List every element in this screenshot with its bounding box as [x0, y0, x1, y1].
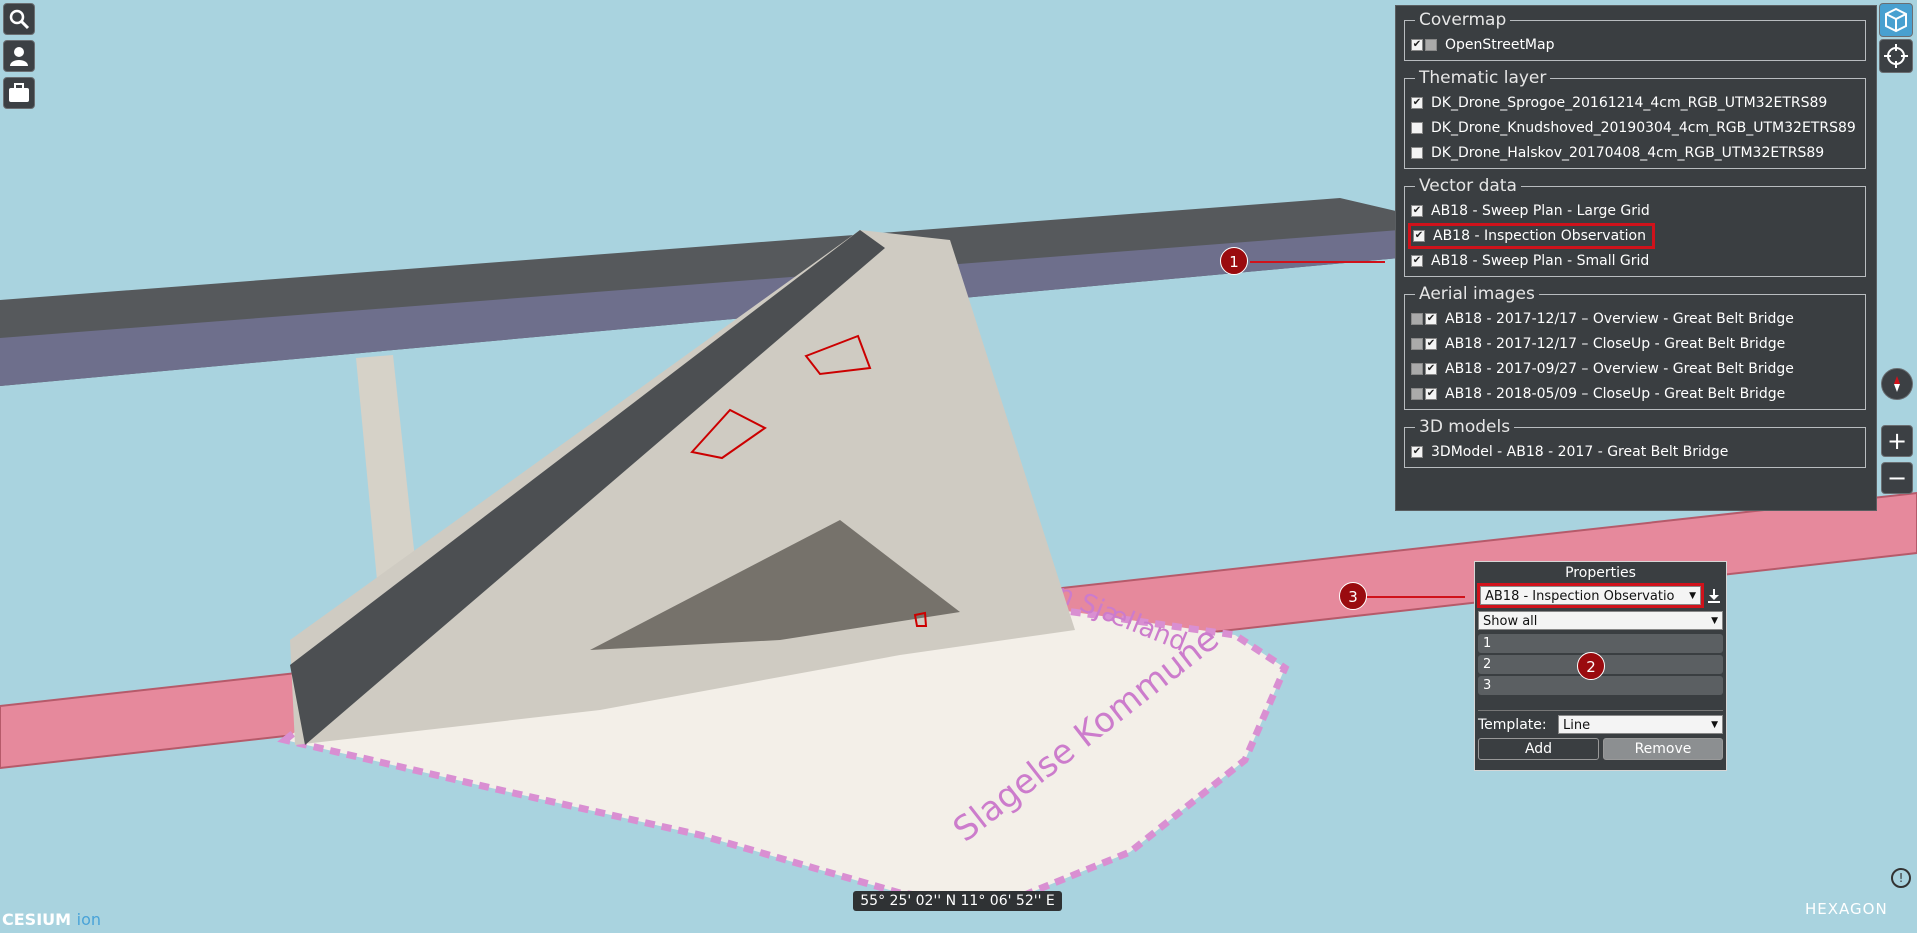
ion-wordmark: ion: [76, 910, 102, 929]
checkbox-secondary[interactable]: [1425, 38, 1437, 51]
chevron-down-icon: ▼: [1689, 591, 1697, 601]
checkbox[interactable]: ✔: [1425, 337, 1437, 350]
layer-label: AB18 - 2017-12/17 – CloseUp - Great Belt…: [1445, 335, 1786, 352]
hexagon-logo: HEXAGON: [1805, 900, 1888, 918]
layer-item[interactable]: ✔ AB18 - Sweep Plan - Large Grid: [1411, 198, 1859, 223]
layer-select[interactable]: AB18 - Inspection Observatio ▼: [1476, 583, 1705, 608]
layer-item[interactable]: ✔ AB18 - 2017-12/17 – CloseUp - Great Bel…: [1411, 331, 1859, 356]
section-3d-models: 3D models ✔ 3DModel - AB18 - 2017 - Great…: [1404, 417, 1866, 468]
section-title: 3D models: [1419, 417, 1511, 437]
layer-label: OpenStreetMap: [1445, 36, 1555, 53]
section-aerial: Aerial images ✔ AB18 - 2017-12/17 – Overv…: [1404, 284, 1866, 410]
section-title: Aerial images: [1419, 284, 1535, 304]
layer-item[interactable]: ✔ AB18 - 2018-05/09 – CloseUp - Great Bel…: [1411, 381, 1859, 406]
layer-label: AB18 - Inspection Observation: [1433, 227, 1646, 244]
section-covermap: Covermap ✔ OpenStreetMap: [1404, 10, 1866, 61]
cesium-logo[interactable]: CESIUM ion: [2, 910, 101, 929]
section-title: Vector data: [1419, 176, 1517, 196]
marker-1: 1: [1220, 247, 1248, 275]
list-item[interactable]: 3: [1478, 676, 1723, 695]
list-item[interactable]: 1: [1478, 634, 1723, 653]
search-button[interactable]: [3, 3, 35, 35]
checkbox[interactable]: ✔: [1411, 204, 1423, 217]
checkbox[interactable]: ✔: [1425, 362, 1437, 375]
marker-3: 3: [1339, 582, 1367, 610]
checkbox[interactable]: ✔: [1411, 445, 1423, 458]
search-icon: [9, 9, 30, 30]
compass-icon: [1894, 376, 1900, 392]
highlight-box: ✔ AB18 - Inspection Observation: [1408, 222, 1655, 249]
checkbox[interactable]: ✔: [1411, 38, 1423, 51]
layer-label: AB18 - 2017-09/27 – Overview - Great Bel…: [1445, 360, 1794, 377]
checkbox-secondary[interactable]: [1411, 387, 1423, 400]
layer-item[interactable]: ✔ AB18 - 2017-09/27 – Overview - Great Be…: [1411, 356, 1859, 381]
checkbox[interactable]: [1411, 121, 1423, 134]
chevron-down-icon: ▼: [1711, 720, 1718, 730]
layer-panel: Covermap ✔ OpenStreetMap Thematic layer ✔…: [1395, 5, 1877, 511]
checkbox-secondary[interactable]: [1411, 337, 1423, 350]
layer-item[interactable]: ✔ AB18 - Sweep Plan - Small Grid: [1411, 248, 1859, 273]
checkbox[interactable]: [1411, 146, 1423, 159]
cesium-wordmark: CESIUM: [2, 910, 72, 929]
section-thematic: Thematic layer ✔ DK_Drone_Sprogoe_2016121…: [1404, 68, 1866, 169]
checkbox[interactable]: ✔: [1425, 312, 1437, 325]
checkbox[interactable]: ✔: [1411, 254, 1423, 267]
layer-label: AB18 - 2017-12/17 – Overview - Great Bel…: [1445, 310, 1794, 327]
compass-button[interactable]: [1881, 368, 1913, 400]
coordinate-readout: 55° 25' 02'' N 11° 06' 52'' E: [853, 891, 1062, 911]
section-title: Covermap: [1419, 10, 1507, 30]
toolbox-button[interactable]: [3, 77, 35, 109]
template-select-value: Line: [1563, 718, 1591, 733]
plus-icon: +: [1886, 427, 1908, 455]
layers-button[interactable]: [1879, 3, 1913, 37]
info-button[interactable]: !: [1891, 868, 1911, 888]
layer-label: AB18 - Sweep Plan - Small Grid: [1431, 252, 1650, 269]
layer-label: 3DModel - AB18 - 2017 - Great Belt Bridg…: [1431, 443, 1729, 460]
zoom-in-button[interactable]: +: [1881, 425, 1913, 457]
briefcase-icon: [9, 83, 29, 102]
checkbox[interactable]: ✔: [1411, 96, 1423, 109]
checkbox-secondary[interactable]: [1411, 312, 1423, 325]
download-icon[interactable]: [1705, 587, 1723, 605]
layer-item[interactable]: ✔ OpenStreetMap: [1411, 32, 1859, 57]
crosshair-icon: [1884, 44, 1908, 68]
cube-icon: [1885, 7, 1907, 33]
info-icon: !: [1898, 871, 1904, 885]
layer-label: DK_Drone_Halskov_20170408_4cm_RGB_UTM32E…: [1431, 144, 1825, 161]
layer-label: DK_Drone_Knudshoved_20190304_4cm_RGB_UTM…: [1431, 119, 1856, 136]
filter-select[interactable]: Show all ▼: [1478, 611, 1723, 630]
section-title: Thematic layer: [1419, 68, 1547, 88]
layer-label: AB18 - Sweep Plan - Large Grid: [1431, 202, 1650, 219]
layer-label: DK_Drone_Sprogoe_20161214_4cm_RGB_UTM32E…: [1431, 94, 1828, 111]
remove-button[interactable]: Remove: [1603, 738, 1723, 760]
layer-label: AB18 - 2018-05/09 – CloseUp - Great Belt…: [1445, 385, 1786, 402]
marker-2: 2: [1577, 652, 1605, 680]
layer-item[interactable]: ✔ DK_Drone_Sprogoe_20161214_4cm_RGB_UTM32…: [1411, 90, 1859, 115]
layer-item[interactable]: ✔ 3DModel - AB18 - 2017 - Great Belt Brid…: [1411, 439, 1859, 464]
hexagon-wordmark: HEXAGON: [1805, 900, 1888, 918]
layer-item[interactable]: DK_Drone_Knudshoved_20190304_4cm_RGB_UTM…: [1411, 115, 1859, 140]
template-label: Template:: [1478, 716, 1547, 733]
locate-button[interactable]: [1879, 39, 1913, 73]
layer-item-highlighted[interactable]: ✔ AB18 - Inspection Observation: [1408, 222, 1859, 249]
zoom-out-button[interactable]: −: [1881, 462, 1913, 494]
checkbox[interactable]: ✔: [1425, 387, 1437, 400]
user-icon: [10, 47, 28, 66]
layer-item[interactable]: DK_Drone_Halskov_20170408_4cm_RGB_UTM32E…: [1411, 140, 1859, 165]
section-vector: Vector data ✔ AB18 - Sweep Plan - Large G…: [1404, 176, 1866, 277]
layer-select-value: AB18 - Inspection Observatio: [1485, 589, 1675, 604]
chevron-down-icon: ▼: [1711, 616, 1718, 626]
checkbox[interactable]: ✔: [1413, 229, 1425, 242]
add-button[interactable]: Add: [1478, 738, 1599, 760]
properties-title: Properties: [1565, 565, 1636, 581]
user-button[interactable]: [3, 40, 35, 72]
layer-item[interactable]: ✔ AB18 - 2017-12/17 – Overview - Great Be…: [1411, 306, 1859, 331]
minus-icon: −: [1886, 464, 1908, 492]
checkbox-secondary[interactable]: [1411, 362, 1423, 375]
template-select[interactable]: Line ▼: [1558, 715, 1723, 734]
filter-select-value: Show all: [1483, 614, 1538, 629]
